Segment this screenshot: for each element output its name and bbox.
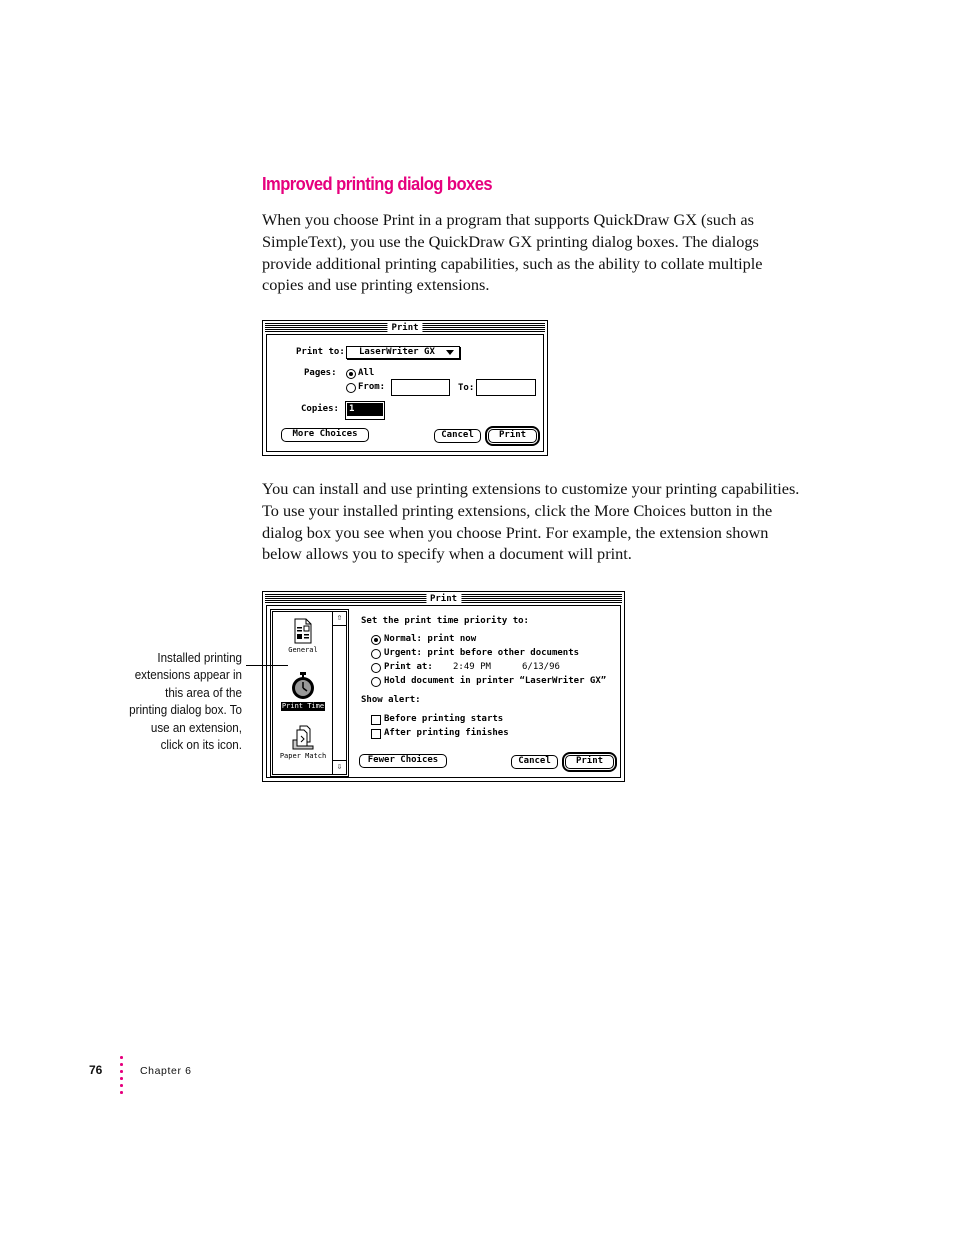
priority-urgent-radio[interactable] [371, 649, 381, 659]
paper-stack-icon [292, 725, 314, 750]
extension-print-time[interactable]: Print Time [278, 672, 328, 711]
pages-all-label: All [358, 368, 375, 378]
print-at-date[interactable]: 6/13/96 [522, 662, 560, 673]
from-field[interactable] [391, 379, 450, 396]
callout-leader-line [246, 665, 288, 666]
extension-label: Print Time [280, 702, 326, 711]
dialog-title: Print [425, 594, 462, 605]
printer-value: LaserWriter GX [359, 347, 435, 357]
dialog-frame: General Print Time Paper Match ⇧ ⇩ Set t… [266, 605, 621, 778]
priority-heading: Set the print time priority to: [361, 616, 529, 626]
title-bar: Print [265, 323, 545, 334]
alert-after-checkbox[interactable] [371, 729, 381, 739]
pages-from-label: From: [358, 382, 386, 392]
printer-popup[interactable]: LaserWriter GX [346, 346, 460, 359]
priority-urgent-label: Urgent: print before other documents [384, 648, 580, 658]
dotted-divider [120, 1056, 123, 1099]
fewer-choices-button[interactable]: Fewer Choices [359, 754, 447, 768]
cancel-button[interactable]: Cancel [434, 429, 481, 443]
page-number: 76 [89, 1063, 103, 1077]
print-at-time[interactable]: 2:49 PM [453, 662, 491, 673]
extension-general[interactable]: General [278, 618, 328, 655]
cancel-button[interactable]: Cancel [511, 755, 558, 769]
pages-from-radio[interactable] [346, 383, 356, 393]
alert-heading: Show alert: [361, 695, 421, 705]
more-choices-button[interactable]: More Choices [281, 428, 369, 442]
extensions-list[interactable]: General Print Time Paper Match ⇧ ⇩ [272, 611, 347, 775]
print-dialog-extended: Print General Print Time Paper Match ⇧ ⇩… [262, 591, 625, 782]
extensions-paragraph: You can install and use printing extensi… [262, 479, 800, 564]
print-button[interactable]: Print [488, 429, 537, 443]
priority-normal-label: Normal: print now [384, 634, 477, 644]
print-button[interactable]: Print [565, 755, 614, 769]
document-icon [294, 618, 312, 644]
priority-print-at-radio[interactable] [371, 663, 381, 673]
section-heading: Improved printing dialog boxes [262, 174, 493, 194]
scroll-up-arrow-icon[interactable]: ⇧ [333, 612, 346, 626]
print-to-label: Print to: [296, 347, 345, 357]
priority-hold-radio[interactable] [371, 677, 381, 687]
copies-field[interactable]: 1 [345, 401, 385, 420]
to-field[interactable] [476, 379, 536, 396]
dialog-title: Print [387, 323, 423, 334]
copies-value: 1 [347, 403, 383, 416]
title-bar: Print [265, 594, 622, 605]
alert-before-label: Before printing starts [384, 714, 504, 724]
alert-before-checkbox[interactable] [371, 715, 381, 725]
alert-after-label: After printing finishes [384, 728, 509, 738]
priority-hold-label: Hold document in printer “LaserWriter GX… [384, 676, 607, 686]
callout-caption: Installed printing extensions appear in … [129, 651, 242, 753]
scrollbar[interactable]: ⇧ ⇩ [332, 612, 346, 774]
intro-paragraph: When you choose Print in a program that … [262, 210, 763, 295]
chapter-label: Chapter 6 [140, 1065, 192, 1077]
priority-normal-radio[interactable] [371, 635, 381, 645]
copies-label: Copies: [301, 404, 339, 414]
pages-label: Pages: [304, 368, 337, 378]
dialog-frame: Print to: LaserWriter GX Pages: All From… [266, 334, 544, 452]
print-dialog: Print Print to: LaserWriter GX Pages: Al… [262, 320, 548, 456]
scroll-down-arrow-icon[interactable]: ⇩ [333, 760, 346, 774]
chevron-down-icon [446, 350, 454, 355]
pages-all-radio[interactable] [346, 369, 356, 379]
priority-print-at-label: Print at: [384, 662, 433, 672]
extension-label: General [288, 646, 318, 654]
stopwatch-icon [292, 672, 314, 699]
extension-label: Paper Match [279, 752, 327, 760]
extension-paper-match[interactable]: Paper Match [278, 724, 328, 761]
pages-to-label: To: [458, 383, 475, 393]
